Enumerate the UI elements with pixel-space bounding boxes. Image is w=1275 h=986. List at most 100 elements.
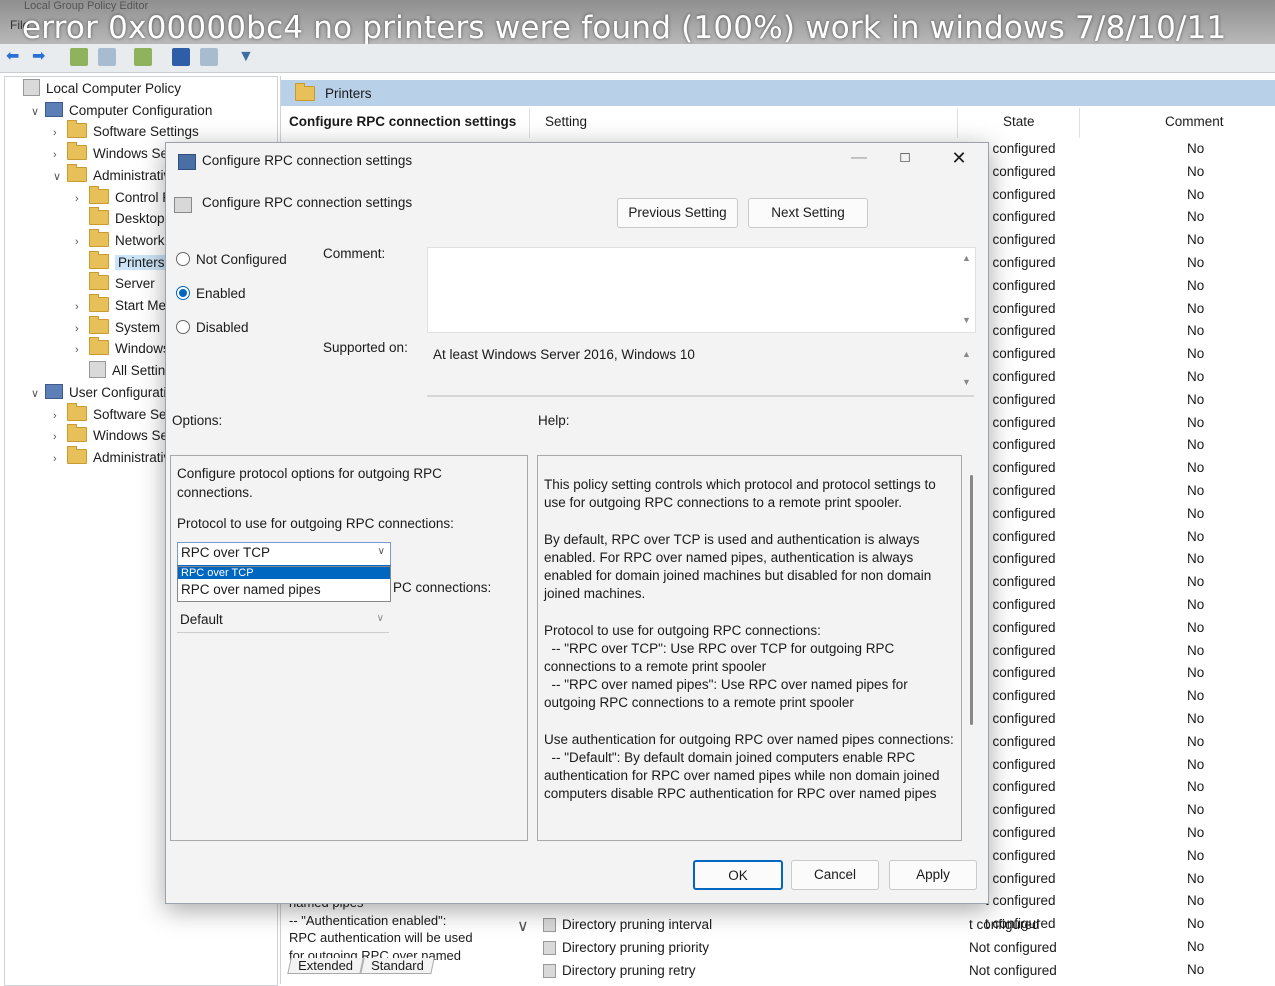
- chevron-down-icon[interactable]: ∨: [517, 916, 529, 936]
- radio-enabled-circle[interactable]: [176, 286, 190, 300]
- chevron-right-icon[interactable]: ›: [53, 123, 67, 143]
- help-scrollbar[interactable]: [970, 475, 973, 725]
- chevron-right-icon[interactable]: ›: [75, 232, 89, 252]
- state-cell: t configured: [985, 893, 1056, 909]
- table-row[interactable]: Directory pruning interval: [543, 914, 963, 937]
- comment-cell: No: [1187, 437, 1205, 453]
- chevron-right-icon[interactable]: ›: [53, 449, 67, 469]
- state-cell: t configured: [985, 414, 1056, 430]
- state-cell: t configured: [985, 186, 1056, 202]
- chevron-right-icon[interactable]: ›: [53, 406, 67, 426]
- tree-item[interactable]: › Network: [75, 228, 165, 252]
- radio-disabled[interactable]: Disabled: [176, 319, 249, 337]
- comment-cell: No: [1187, 505, 1205, 521]
- comment-cell: No: [1187, 756, 1205, 772]
- comment-cell: No: [1187, 847, 1205, 863]
- tree-item[interactable]: › Control Pa: [75, 185, 179, 209]
- dropdown-option-rpc-over-tcp[interactable]: RPC over TCP: [178, 567, 390, 579]
- apply-button[interactable]: Apply: [889, 860, 977, 890]
- tree-item[interactable]: ∨ Computer Configuration: [31, 101, 212, 121]
- forward-arrow-icon[interactable]: ➡: [32, 48, 50, 66]
- tree-item[interactable]: Printers: [75, 250, 168, 273]
- auth-select-value: Default: [180, 612, 223, 627]
- tree-item[interactable]: › Windows (: [75, 337, 178, 360]
- back-arrow-icon[interactable]: ⬅: [6, 48, 24, 66]
- scroll-down-arrow-icon[interactable]: ▼: [962, 377, 971, 387]
- comment-cell: No: [1187, 870, 1205, 886]
- tree-item[interactable]: Server: [75, 272, 155, 294]
- tree-item[interactable]: › System: [75, 315, 160, 339]
- chevron-down-icon[interactable]: ∨: [31, 384, 45, 404]
- column-header-setting[interactable]: Setting: [545, 114, 587, 129]
- protocol-label: Protocol to use for outgoing RPC connect…: [177, 516, 454, 531]
- scroll-down-arrow-icon[interactable]: ▼: [962, 315, 971, 325]
- state-cell: t configured: [985, 710, 1056, 726]
- chevron-right-icon[interactable]: ›: [75, 319, 89, 339]
- state-cell: t configured: [985, 733, 1056, 749]
- chevron-right-icon[interactable]: ›: [53, 145, 67, 165]
- dropdown-option-rpc-over-named-pipes[interactable]: RPC over named pipes: [181, 580, 321, 600]
- close-icon[interactable]: ✕: [944, 147, 974, 171]
- cancel-button[interactable]: Cancel: [791, 860, 879, 890]
- radio-not-configured-circle[interactable]: [176, 252, 190, 266]
- radio-not-configured[interactable]: Not Configured: [176, 251, 287, 269]
- tree-item[interactable]: Local Computer Policy: [9, 79, 181, 99]
- chevron-right-icon[interactable]: ›: [75, 340, 89, 360]
- tree-item-label: All Setting: [112, 363, 173, 379]
- chevron-down-icon[interactable]: ∨: [31, 102, 45, 122]
- auth-select[interactable]: Default ∨: [177, 610, 389, 633]
- tree-item[interactable]: › Windows Setti: [53, 424, 179, 447]
- tab-extended[interactable]: Extended: [287, 958, 364, 974]
- comment-cell: No: [1187, 710, 1205, 726]
- export-list-icon[interactable]: [134, 48, 152, 66]
- column-header-comment[interactable]: Comment: [1165, 114, 1224, 129]
- policy-rows-bottom: Directory pruning interval Directory prun…: [543, 914, 963, 982]
- comment-cell: No: [1187, 596, 1205, 612]
- comment-cell: No: [1187, 163, 1205, 179]
- chevron-right-icon[interactable]: ›: [75, 189, 89, 209]
- folder-icon: [67, 424, 87, 443]
- tab-standard[interactable]: Standard: [359, 958, 435, 974]
- help-icon[interactable]: [172, 48, 190, 66]
- radio-enabled[interactable]: Enabled: [176, 285, 246, 303]
- maximize-icon[interactable]: □: [890, 147, 920, 171]
- scroll-up-arrow-icon[interactable]: ▲: [962, 253, 971, 263]
- comment-cell: No: [1187, 688, 1205, 704]
- policy-setting-dialog: Configure RPC connection settings — □ ✕ …: [165, 142, 989, 904]
- properties-icon[interactable]: [200, 48, 218, 66]
- table-row[interactable]: Directory pruning retry: [543, 960, 963, 983]
- tree-item[interactable]: ∨ User Configuratio: [31, 383, 174, 403]
- folder-icon: [89, 250, 109, 269]
- folder-icon: [89, 207, 109, 226]
- protocol-select[interactable]: RPC over TCP ∨: [177, 542, 391, 567]
- policy-icon: [23, 79, 40, 96]
- tree-item[interactable]: › Software Setti: [53, 402, 177, 426]
- up-folder-icon[interactable]: [70, 48, 88, 66]
- next-setting-button[interactable]: Next Setting: [748, 198, 868, 228]
- minimize-icon[interactable]: —: [844, 147, 874, 171]
- tree-item[interactable]: ∨ Administrative: [53, 163, 178, 187]
- comment-cell: No: [1187, 277, 1205, 293]
- tree-item[interactable]: › Software Settings: [53, 120, 199, 143]
- supported-on-value: At least Windows Server 2016, Windows 10: [433, 347, 695, 362]
- extended-description-line: RPC authentication will be used: [289, 930, 473, 945]
- tree-item[interactable]: › Windows Setti: [53, 142, 179, 165]
- policy-icon: [543, 918, 556, 932]
- scroll-up-arrow-icon[interactable]: ▲: [962, 349, 971, 359]
- show-hide-tree-icon[interactable]: [98, 48, 116, 66]
- chevron-down-icon[interactable]: ∨: [53, 167, 67, 187]
- ok-button[interactable]: OK: [693, 860, 783, 890]
- comment-cell: No: [1187, 893, 1205, 909]
- column-header-state[interactable]: State: [1003, 114, 1035, 129]
- comment-textarea[interactable]: [427, 247, 976, 333]
- state-cell: t configured: [985, 779, 1056, 795]
- radio-disabled-circle[interactable]: [176, 320, 190, 334]
- tree-item[interactable]: Desktop: [75, 207, 165, 229]
- previous-setting-button[interactable]: Previous Setting: [617, 198, 738, 228]
- table-row[interactable]: Directory pruning priority: [543, 937, 963, 960]
- tree-item[interactable]: › Administrative: [53, 445, 178, 469]
- chevron-right-icon[interactable]: ›: [53, 427, 67, 447]
- tree-item[interactable]: All Setting: [75, 361, 173, 381]
- chevron-right-icon[interactable]: ›: [75, 297, 89, 317]
- filter-icon[interactable]: ▼: [238, 48, 256, 66]
